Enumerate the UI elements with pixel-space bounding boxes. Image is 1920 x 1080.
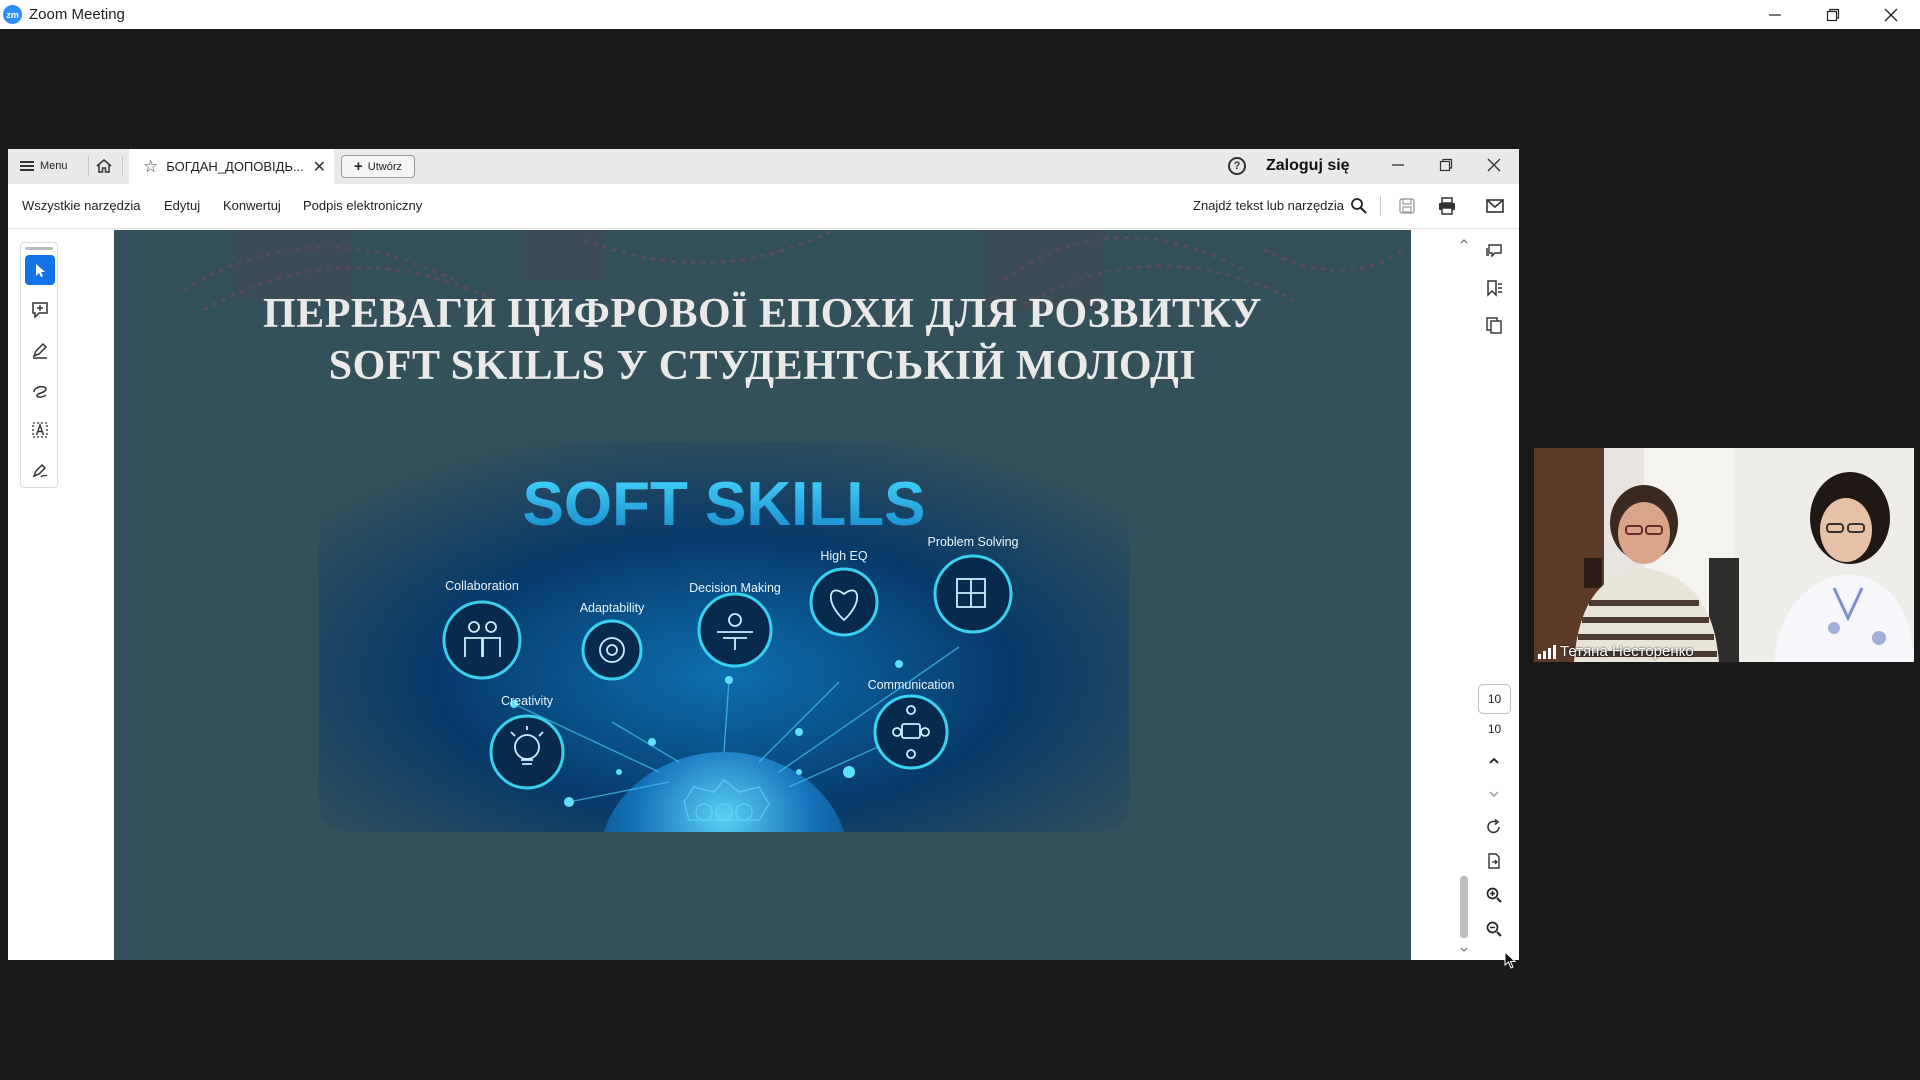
right-side-panel: 10 10 <box>1470 230 1519 960</box>
document-tab-label: БОГДАН_ДОПОВІДЬ... <box>166 159 304 174</box>
document-tab[interactable]: ☆ БОГДАН_ДОПОВІДЬ... ✕ <box>129 149 334 184</box>
freehand-draw-icon <box>33 385 47 398</box>
skill-label-collaboration: Collaboration <box>445 579 519 593</box>
tool-e-signature[interactable]: Podpis elektroniczny <box>303 198 422 213</box>
extract-pages-icon[interactable] <box>1483 850 1505 872</box>
comment-add-icon <box>32 302 48 319</box>
soft-skills-heading: SOFT SKILLS <box>523 470 926 539</box>
scroll-down-icon[interactable] <box>1458 945 1470 955</box>
login-button[interactable]: Zaloguj się <box>1266 157 1350 175</box>
text-box-icon <box>32 422 48 438</box>
acrobat-tab-bar: Menu ☆ БОГДАН_ДОПОВІДЬ... ✕ + Utwórz ? Z… <box>8 149 1519 184</box>
shared-acrobat-window: Menu ☆ БОГДАН_ДОПОВІДЬ... ✕ + Utwórz ? Z… <box>8 149 1519 969</box>
scroll-up-icon[interactable] <box>1458 236 1470 246</box>
restore-icon <box>1439 158 1453 172</box>
slide-title-line-2: SOFT SKILLS У СТУДЕНТСЬКІЙ МОЛОДІ <box>328 343 1197 389</box>
tool-edit[interactable]: Edytuj <box>164 198 200 213</box>
signal-strength-icon <box>1538 644 1556 659</box>
quick-tools-panel <box>20 242 58 488</box>
skill-label-adaptability: Adaptability <box>580 601 645 615</box>
close-button[interactable] <box>1862 0 1920 29</box>
skill-label-communication: Communication <box>868 678 955 692</box>
participant-name: Тетяна Несторенко <box>1560 643 1694 660</box>
previous-page-icon[interactable] <box>1483 750 1505 772</box>
drag-handle[interactable] <box>25 247 53 250</box>
participant-name-label: Тетяна Несторенко <box>1538 643 1694 660</box>
signature-button[interactable] <box>25 455 55 485</box>
text-box-button[interactable] <box>25 415 55 445</box>
acrobat-minimize-button[interactable] <box>1383 154 1413 176</box>
zoom-titlebar: zm Zoom Meeting <box>0 0 1920 29</box>
menu-label: Menu <box>40 160 68 172</box>
mouse-pointer-icon <box>1504 951 1517 969</box>
zoom-logo-icon: zm <box>3 5 22 24</box>
restore-button[interactable] <box>1804 0 1862 29</box>
page-total: 10 <box>1487 722 1502 736</box>
skill-label-problem-solving: Problem Solving <box>927 535 1018 549</box>
slide-title-line-1: ПЕРЕВАГИ ЦИФРОВОЇ ЕПОХИ ДЛЯ РОЗВИТКУ <box>263 291 1262 337</box>
highlight-button[interactable] <box>25 335 55 365</box>
minimize-icon <box>1769 13 1781 16</box>
divider <box>122 156 123 176</box>
document-viewport[interactable]: ПЕРЕВАГИ ЦИФРОВОЇ ЕПОХИ ДЛЯ РОЗВИТКУ SOF… <box>114 230 1411 960</box>
slide-title: ПЕРЕВАГИ ЦИФРОВОЇ ЕПОХИ ДЛЯ РОЗВИТКУ SOF… <box>114 288 1411 392</box>
pages-thumbnail-icon[interactable] <box>1483 314 1505 336</box>
page-number-input[interactable]: 10 <box>1478 684 1511 714</box>
window-title: Zoom Meeting <box>29 6 125 23</box>
bookmark-icon[interactable] <box>1483 277 1505 299</box>
acrobat-toolbar: Wszystkie narzędzia Edytuj Konwertuj Pod… <box>8 184 1519 229</box>
close-icon <box>1884 8 1898 21</box>
save-icon[interactable] <box>1397 196 1417 216</box>
pen-icon <box>32 342 48 359</box>
tool-convert[interactable]: Konwertuj <box>223 198 281 213</box>
email-icon[interactable] <box>1485 196 1505 216</box>
divider <box>1380 196 1381 216</box>
acrobat-close-button[interactable] <box>1479 154 1509 176</box>
left-tool-rail <box>8 230 114 960</box>
skill-label-high-eq: High EQ <box>820 549 868 563</box>
skill-label-decision-making: Decision Making <box>689 581 781 595</box>
acrobat-restore-button[interactable] <box>1431 154 1461 176</box>
plus-icon: + <box>354 158 363 175</box>
help-icon[interactable]: ? <box>1228 157 1246 175</box>
cursor-arrow-icon <box>36 264 45 277</box>
fill-sign-icon <box>32 463 48 478</box>
skill-label-creativity: Creativity <box>501 694 554 708</box>
hamburger-icon <box>20 161 34 171</box>
window-controls <box>1746 0 1920 29</box>
participant-video[interactable]: Тетяна Несторенко <box>1534 448 1914 662</box>
comments-icon[interactable] <box>1483 240 1505 262</box>
restore-icon <box>1826 8 1840 21</box>
home-icon[interactable] <box>95 158 113 174</box>
search-icon[interactable] <box>1349 196 1369 216</box>
zoom-in-icon[interactable] <box>1483 884 1505 906</box>
draw-button[interactable] <box>25 375 55 405</box>
create-label: Utwórz <box>367 160 402 173</box>
soft-skills-image: SOFT SKILLS Collaboration Adaptability D… <box>319 442 1129 832</box>
zoom-out-icon[interactable] <box>1483 918 1505 940</box>
print-icon[interactable] <box>1437 196 1457 216</box>
minimize-icon <box>1392 164 1404 166</box>
create-button[interactable]: + Utwórz <box>341 155 415 178</box>
vertical-scrollbar[interactable] <box>1458 230 1470 960</box>
participant-video-feed <box>1534 448 1914 662</box>
menu-button[interactable]: Menu <box>20 157 68 175</box>
scrollbar-thumb[interactable] <box>1460 876 1468 938</box>
next-page-icon[interactable] <box>1483 783 1505 805</box>
divider <box>88 156 89 176</box>
tab-close-icon[interactable]: ✕ <box>313 157 326 177</box>
rotate-icon[interactable] <box>1483 816 1505 838</box>
minimize-button[interactable] <box>1746 0 1804 29</box>
add-comment-button[interactable] <box>25 295 55 325</box>
tool-all-tools[interactable]: Wszystkie narzędzia <box>22 198 140 213</box>
select-tool-button[interactable] <box>25 255 55 285</box>
close-icon <box>1487 158 1501 172</box>
find-text-label[interactable]: Znajdź tekst lub narzędzia <box>1193 198 1344 213</box>
star-icon[interactable]: ☆ <box>143 157 158 177</box>
